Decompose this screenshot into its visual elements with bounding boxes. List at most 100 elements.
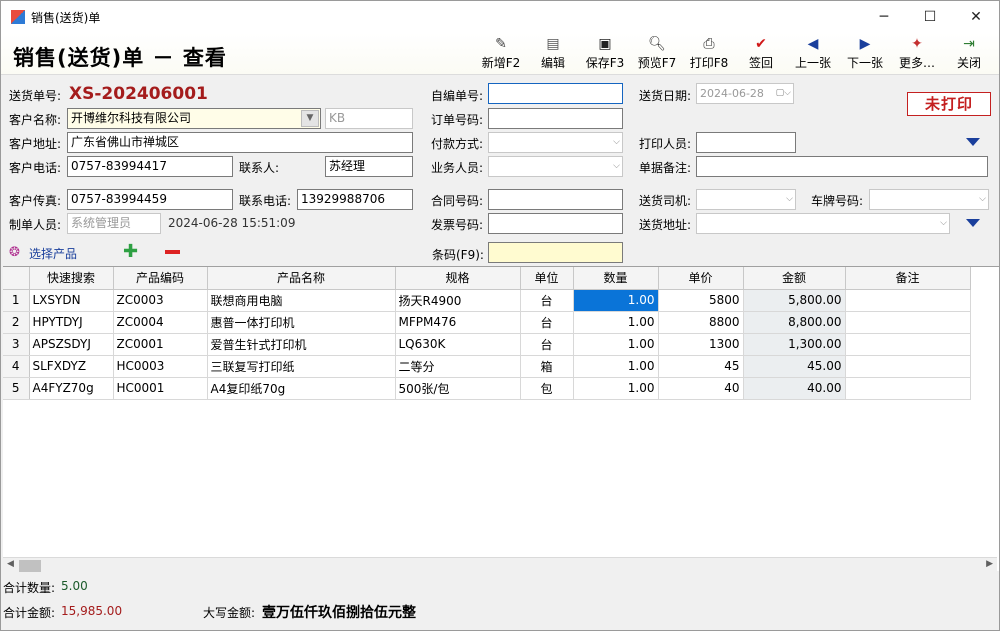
cell-spec[interactable]: 二等分 [395,355,521,378]
cell-qty[interactable]: 1.00 [573,355,659,378]
cell-remark[interactable] [845,355,971,378]
title-bar: 销售(送货)单 ─ ☐ ✕ [1,1,999,33]
column-header[interactable]: 快速搜索 [29,267,114,290]
scroll-thumb[interactable] [19,560,41,572]
cell-search[interactable]: SLFXDYZ [29,355,114,378]
edit-button[interactable]: ▤ 编辑 [527,35,579,73]
cell-price[interactable]: 45 [658,355,744,378]
column-header[interactable]: 单价 [658,267,744,290]
remark-field[interactable] [696,156,988,177]
expand-down-icon[interactable] [966,138,980,146]
address-field[interactable]: 广东省佛山市禅城区 [67,132,413,153]
customer-combo[interactable]: 开博维尔科技有限公司 ▼ [67,108,321,129]
column-header[interactable]: 金额 [743,267,846,290]
table-row[interactable]: 1 LXSYDN ZC0003 联想商用电脑 扬天R4900 台 1.00 58… [3,289,971,312]
prev-button[interactable]: ◀ 上一张 [787,35,839,73]
invoice-field[interactable] [488,213,623,234]
cell-unit[interactable]: 台 [520,289,574,312]
contract-label: 合同号码: [431,194,484,208]
cell-name[interactable]: 三联复写打印纸 [207,355,396,378]
cell-qty[interactable]: 1.00 [573,311,659,334]
ship-addr-select[interactable]: ⌵ [696,213,950,234]
scroll-left-icon[interactable]: ◀ [7,559,14,569]
cell-spec[interactable]: LQ630K [395,333,521,356]
column-header[interactable]: 数量 [573,267,659,290]
payment-select[interactable]: ⌵ [488,132,623,153]
cell-price[interactable]: 5800 [658,289,744,312]
cell-price[interactable]: 8800 [658,311,744,334]
cell-qty[interactable]: 1.00 [573,377,659,400]
cell-unit[interactable]: 包 [520,377,574,400]
fax-field[interactable]: 0757-83994459 [67,189,233,210]
cell-code[interactable]: ZC0003 [113,289,208,312]
contract-field[interactable] [488,189,623,210]
cell-code[interactable]: HC0001 [113,377,208,400]
add-row-icon[interactable]: ✚ [123,241,138,262]
column-header[interactable]: 规格 [395,267,521,290]
cell-code[interactable]: HC0003 [113,355,208,378]
cell-spec[interactable]: 500张/包 [395,377,521,400]
column-header[interactable]: 备注 [845,267,971,290]
cell-name[interactable]: A4复印纸70g [207,377,396,400]
cell-unit[interactable]: 台 [520,311,574,334]
table-row[interactable]: 2 HPYTDYJ ZC0004 惠普一体打印机 MFPM476 台 1.00 … [3,311,971,334]
cell-qty[interactable]: 1.00 [573,333,659,356]
expand-down-icon[interactable] [966,219,980,227]
next-button[interactable]: ▶ 下一张 [839,35,891,73]
close-window-button[interactable]: ✕ [953,1,999,33]
plate-select[interactable]: ⌵ [869,189,989,210]
sales-select[interactable]: ⌵ [488,156,623,177]
cell-unit[interactable]: 台 [520,333,574,356]
contact-field[interactable]: 苏经理 [325,156,413,177]
table-row[interactable]: 5 A4FYZ70g HC0001 A4复印纸70g 500张/包 包 1.00… [3,377,971,400]
table-row[interactable]: 3 APSZSDYJ ZC0001 爱普生针式打印机 LQ630K 台 1.00… [3,333,971,356]
save-button[interactable]: ▣ 保存F3 [579,35,631,73]
contact-phone-field[interactable]: 13929988706 [297,189,413,210]
cell-name[interactable]: 惠普一体打印机 [207,311,396,334]
cell-code[interactable]: ZC0004 [113,311,208,334]
preview-button[interactable]: 🔍︎ 预览F7 [631,35,683,73]
row-number: 3 [3,333,30,356]
cell-price[interactable]: 40 [658,377,744,400]
cell-price[interactable]: 1300 [658,333,744,356]
select-product-link[interactable]: 选择产品 [29,245,77,262]
cell-search[interactable]: HPYTDYJ [29,311,114,334]
cell-spec[interactable]: MFPM476 [395,311,521,334]
cell-unit[interactable]: 箱 [520,355,574,378]
cell-remark[interactable] [845,333,971,356]
minimize-button[interactable]: ─ [861,1,907,33]
order-no-field[interactable] [488,108,623,129]
scroll-right-icon[interactable]: ▶ [986,559,993,569]
cell-remark[interactable] [845,377,971,400]
date-picker[interactable]: 2024-06-28 ▢⌵ [696,83,794,104]
chevron-down-icon[interactable]: ▼ [301,110,319,127]
cell-name[interactable]: 联想商用电脑 [207,289,396,312]
cell-qty[interactable]: 1.00 [573,289,659,312]
product-grid: 快速搜索 产品编码 产品名称 规格 单位 数量 单价 金额 备注 1 LXSYD… [3,266,999,571]
exit-button[interactable]: ⇥ 关闭 [943,35,995,73]
horizontal-scrollbar[interactable]: ◀ ▶ [3,557,997,573]
column-header[interactable]: 单位 [520,267,574,290]
sign-back-button[interactable]: ✔ 签回 [735,35,787,73]
cell-spec[interactable]: 扬天R4900 [395,289,521,312]
maximize-button[interactable]: ☐ [907,1,953,33]
driver-select[interactable]: ⌵ [696,189,796,210]
cell-search[interactable]: APSZSDYJ [29,333,114,356]
column-header[interactable]: 产品编码 [113,267,208,290]
cell-name[interactable]: 爱普生针式打印机 [207,333,396,356]
self-no-field[interactable] [488,83,623,104]
phone-field[interactable]: 0757-83994417 [67,156,233,177]
column-header[interactable]: 产品名称 [207,267,396,290]
app-icon [11,10,25,24]
cell-code[interactable]: ZC0001 [113,333,208,356]
cell-search[interactable]: LXSYDN [29,289,114,312]
barcode-input[interactable] [488,242,623,263]
more-button[interactable]: ✦ 更多… [891,35,943,73]
new-button[interactable]: ✎ 新增F2 [475,35,527,73]
remove-row-icon[interactable] [165,250,180,254]
cell-search[interactable]: A4FYZ70g [29,377,114,400]
cell-remark[interactable] [845,311,971,334]
table-row[interactable]: 4 SLFXDYZ HC0003 三联复写打印纸 二等分 箱 1.00 45 4… [3,355,971,378]
cell-remark[interactable] [845,289,971,312]
print-button[interactable]: ⎙ 打印F8 [683,35,735,73]
